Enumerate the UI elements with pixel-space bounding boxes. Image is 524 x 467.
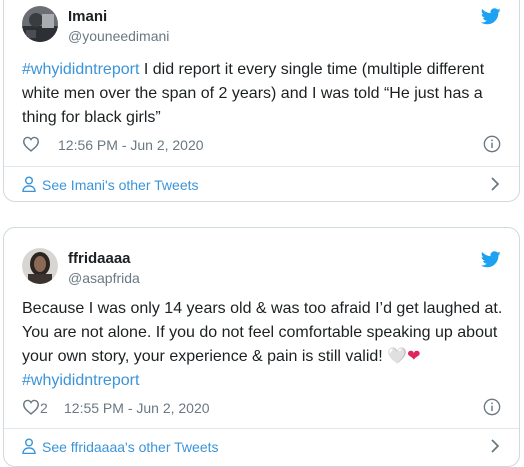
info-icon[interactable] (483, 135, 501, 153)
tweet-text: Because I was only 14 years old & was to… (22, 297, 504, 393)
heart-outline-icon[interactable] (22, 136, 40, 152)
see-other-tweets-label[interactable]: See Imani's other Tweets (42, 177, 199, 193)
hashtag-link[interactable]: #whyididntreport (22, 61, 139, 78)
author-handle[interactable]: @asapfrida (68, 270, 140, 286)
chevron-right-icon[interactable] (489, 176, 501, 192)
divider (4, 428, 519, 429)
tweet-card[interactable]: ffridaaaa @asapfrida Because I was only … (3, 227, 520, 467)
like-count: 2 (40, 400, 48, 416)
see-other-tweets-label[interactable]: See ffridaaaa's other Tweets (42, 439, 219, 455)
author-handle[interactable]: @youneedimani (68, 28, 169, 44)
person-icon (22, 438, 36, 454)
twitter-bird-icon[interactable] (481, 8, 501, 25)
tweet-card[interactable]: Imani @youneedimani #whyididntreport I d… (3, 0, 520, 202)
author-name[interactable]: ffridaaaa (68, 250, 131, 267)
timestamp-link[interactable]: 12:55 PM - Jun 2, 2020 (64, 400, 210, 416)
author-name[interactable]: Imani (68, 8, 107, 25)
heart-outline-icon[interactable] (22, 399, 40, 415)
tweet-text: #whyididntreport I did report it every s… (22, 58, 504, 130)
divider (4, 166, 519, 167)
tweet-body: Because I was only 14 years old & was to… (22, 300, 503, 365)
info-icon[interactable] (483, 398, 501, 416)
see-other-tweets-link[interactable]: See Imani's other Tweets (22, 175, 501, 195)
see-other-tweets-link[interactable]: See ffridaaaa's other Tweets (22, 437, 501, 457)
timestamp-link[interactable]: 12:56 PM - Jun 2, 2020 (58, 137, 204, 153)
tweet-meta: 2 12:55 PM - Jun 2, 2020 (22, 398, 501, 418)
hashtag-link[interactable]: #whyididntreport (22, 372, 139, 389)
chevron-right-icon[interactable] (489, 438, 501, 454)
avatar[interactable] (22, 248, 58, 284)
tweet-meta: 12:56 PM - Jun 2, 2020 (22, 135, 501, 155)
avatar[interactable] (22, 6, 58, 42)
twitter-bird-icon[interactable] (481, 251, 501, 268)
heart-emoji: 🤍❤ (387, 348, 421, 365)
person-icon (22, 176, 36, 192)
